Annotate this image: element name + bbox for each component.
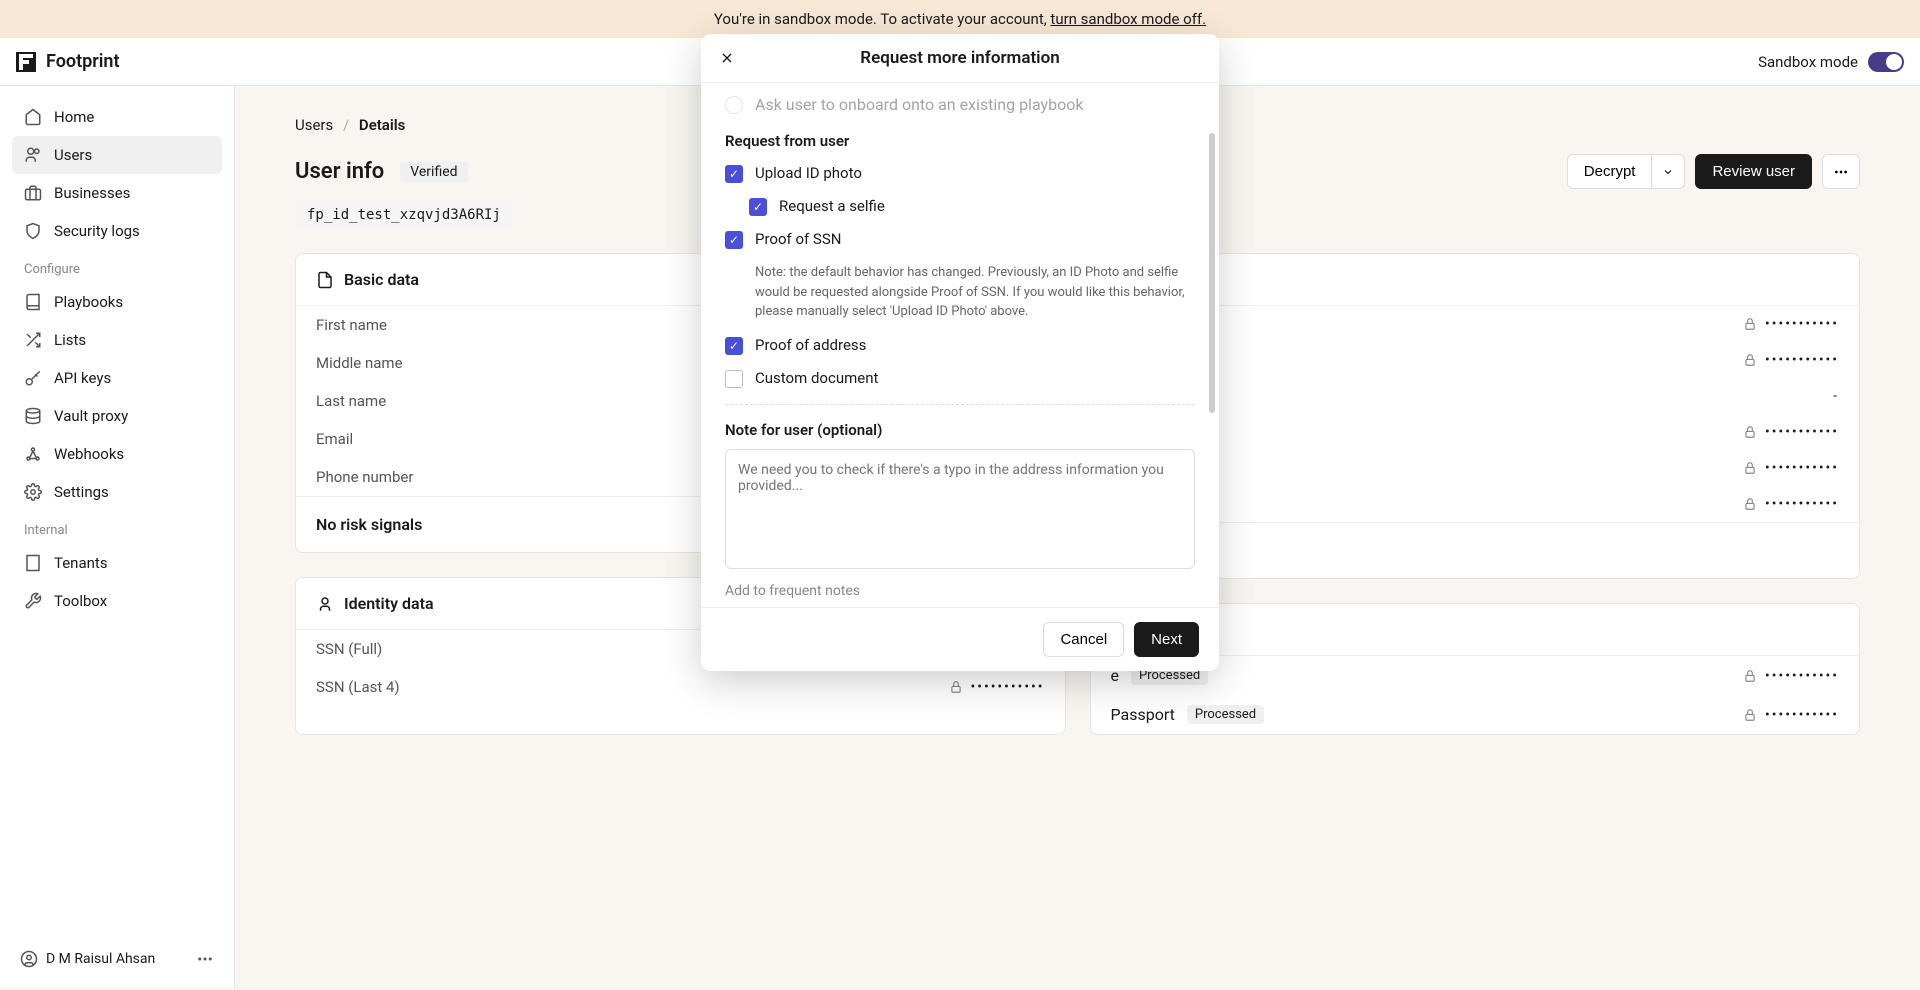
request-info-modal: Request more information Ask user to onb… [701,34,1219,671]
note-for-user-label: Note for user (optional) [725,421,1195,439]
checkbox-icon [725,370,743,388]
divider [725,404,1195,405]
radio-row-playbook[interactable]: Ask user to onboard onto an existing pla… [725,95,1195,114]
modal-footer: Cancel Next [701,607,1219,671]
modal-close-button[interactable] [719,50,735,66]
checkbox-proof-ssn[interactable]: Proof of SSN [725,230,1195,249]
checkbox-icon [725,165,743,183]
next-button[interactable]: Next [1134,622,1199,657]
add-frequent-notes-link[interactable]: Add to frequent notes [725,583,1195,599]
scrollbar-thumb[interactable] [1209,133,1215,413]
checkbox-upload-id-photo[interactable]: Upload ID photo [725,164,1195,183]
checkbox-request-selfie[interactable]: Request a selfie [749,197,1195,216]
note-textarea[interactable] [725,449,1195,569]
checkbox-icon [725,231,743,249]
checkbox-icon [725,337,743,355]
checkbox-label: Proof of SSN [755,230,841,248]
ssn-note-text: Note: the default behavior has changed. … [755,263,1195,322]
checkbox-label: Custom document [755,369,878,387]
request-from-user-label: Request from user [725,132,1195,150]
checkbox-proof-address[interactable]: Proof of address [725,336,1195,355]
checkbox-custom-document[interactable]: Custom document [725,369,1195,388]
modal-title: Request more information [749,48,1171,68]
modal-body: Ask user to onboard onto an existing pla… [701,83,1219,607]
checkbox-label: Proof of address [755,336,866,354]
close-icon [719,50,735,66]
radio-icon [725,96,743,114]
checkbox-label: Request a selfie [779,197,885,215]
checkbox-icon [749,198,767,216]
radio-label: Ask user to onboard onto an existing pla… [755,95,1083,114]
cancel-button[interactable]: Cancel [1043,622,1124,657]
modal-scrollbar[interactable] [1209,133,1215,547]
checkbox-label: Upload ID photo [755,164,862,182]
modal-header: Request more information [701,34,1219,83]
